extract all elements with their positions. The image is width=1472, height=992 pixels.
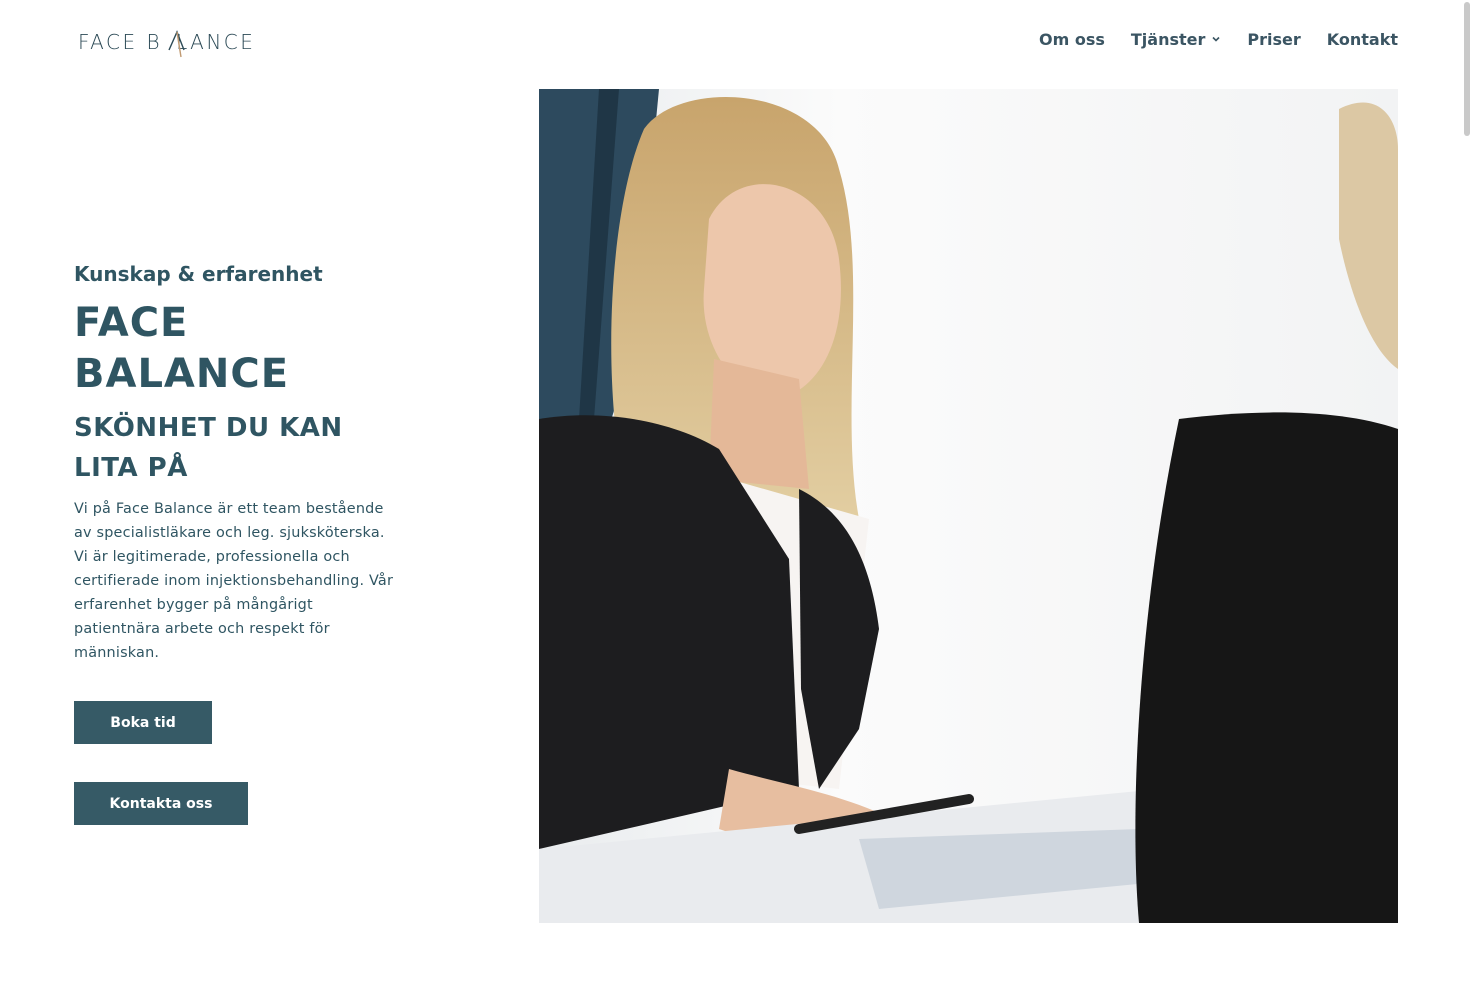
- hero-intro-text: Vi på Face Balance är ett team bestående…: [74, 501, 394, 661]
- chevron-down-icon: [1212, 36, 1220, 42]
- logo-text-left: FACE B: [78, 30, 163, 54]
- nav-label: Om oss: [1039, 29, 1105, 49]
- nav-label: Priser: [1247, 29, 1301, 49]
- hero-kicker: Kunskap & erfarenhet: [74, 262, 323, 286]
- contact-us-button[interactable]: Kontakta oss: [74, 782, 248, 825]
- hero-photo: [539, 89, 1398, 923]
- nav-item-kontakt[interactable]: Kontakt: [1327, 30, 1398, 49]
- book-appointment-button[interactable]: Boka tid: [74, 701, 212, 744]
- page-scrollbar[interactable]: [1464, 2, 1470, 136]
- main-nav: Om oss Tjänster Priser Kontakt: [1039, 28, 1398, 50]
- logo-a-mark-icon: [168, 30, 185, 58]
- hero-subtitle-line: LITA PÅ: [74, 453, 188, 483]
- nav-label: Tjänster: [1130, 29, 1206, 49]
- nav-item-priser[interactable]: Priser: [1247, 30, 1300, 49]
- site-logo[interactable]: FACE B LANCE: [78, 24, 253, 60]
- hero-subtitle-line: SKÖNHET DU KAN: [74, 413, 343, 443]
- nav-label: Kontakt: [1326, 29, 1398, 49]
- nav-item-tjanster[interactable]: Tjänster: [1131, 30, 1222, 49]
- hero-title-line: BALANCE: [74, 351, 290, 397]
- hero-title: FACE BALANCE: [74, 298, 434, 400]
- hero-photo-illustration: [539, 89, 1398, 923]
- hero-subtitle: SKÖNHET DU KAN LITA PÅ: [74, 408, 374, 488]
- nav-item-om-oss[interactable]: Om oss: [1039, 30, 1105, 49]
- hero-title-line: FACE: [74, 300, 189, 346]
